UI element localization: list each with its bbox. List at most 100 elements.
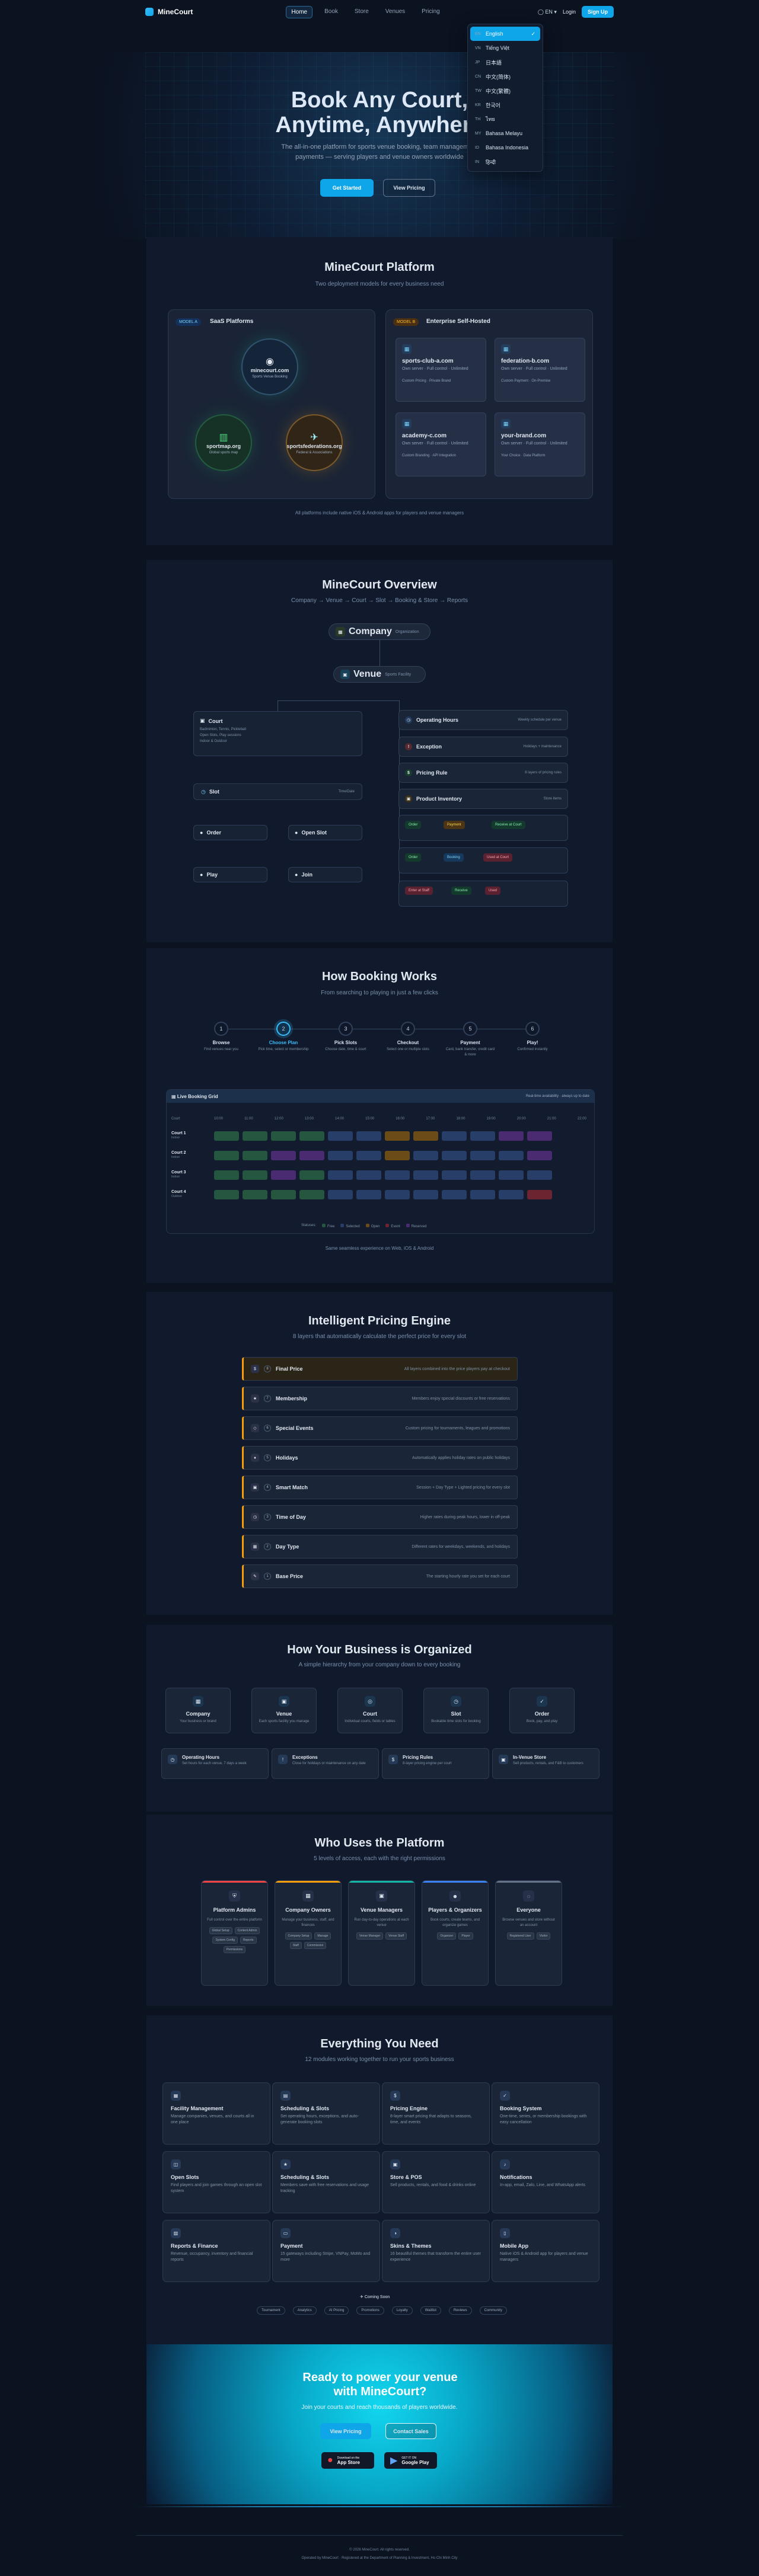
booking-step[interactable]: 6 Play! Confirmed instantly bbox=[507, 1022, 558, 1052]
feature-card[interactable]: ♪ Notifications In-app, email, Zalo, Line,… bbox=[492, 2151, 599, 2213]
booking-grid-cell[interactable] bbox=[385, 1151, 410, 1160]
booking-grid-cell[interactable] bbox=[328, 1131, 353, 1141]
language-option[interactable]: TW 中文(繁體) bbox=[470, 84, 540, 98]
exceptions-card[interactable]: ! Exceptions Close for holidays or mainten… bbox=[272, 1748, 379, 1779]
booking-grid-cell[interactable] bbox=[442, 1170, 467, 1180]
app-store-button[interactable]: ● Download on the App Store bbox=[321, 2452, 374, 2469]
enterprise-site-card[interactable]: ▦ academy-c.com Own server · Full control … bbox=[396, 412, 486, 476]
venue-card[interactable]: ▣ Venue Each sports facility you manage bbox=[251, 1688, 317, 1733]
feature-card[interactable]: ▣ Store & POS Sell products, rentals, and … bbox=[382, 2151, 490, 2213]
language-option[interactable]: VN Tiếng Việt bbox=[470, 41, 540, 55]
product-inventory-rule[interactable]: ▣ Product Inventory Store items bbox=[398, 789, 568, 809]
booking-grid-cell[interactable] bbox=[499, 1170, 524, 1180]
language-option[interactable]: IN हिन्दी bbox=[470, 155, 540, 169]
booking-grid-cell[interactable] bbox=[527, 1190, 552, 1199]
booking-grid-cell[interactable] bbox=[385, 1170, 410, 1180]
booking-step[interactable]: 4 Checkout Select one or multiple slots bbox=[382, 1022, 433, 1052]
price-layer-row[interactable]: ♦ 5 Holidays Automatically applies holiday … bbox=[242, 1446, 518, 1470]
language-option[interactable]: JP 日本語 bbox=[470, 55, 540, 69]
booking-step[interactable]: 1 Browse Find venues near you bbox=[196, 1022, 247, 1052]
play-box[interactable]: ● Play bbox=[193, 867, 267, 882]
venue-node[interactable]: ▣ Venue Sports Facility bbox=[333, 666, 426, 683]
booking-grid-cell[interactable] bbox=[413, 1151, 438, 1160]
booking-grid-cell[interactable] bbox=[243, 1190, 267, 1199]
pricing-rules-card[interactable]: $ Pricing Rules 8-layer pricing engine per… bbox=[382, 1748, 489, 1779]
booking-grid-cell[interactable] bbox=[442, 1190, 467, 1199]
slot-box[interactable]: ◷ Slot Time/Date bbox=[193, 783, 362, 800]
booking-grid-cell[interactable] bbox=[299, 1131, 324, 1141]
booking-grid-cell[interactable] bbox=[214, 1170, 239, 1180]
booking-grid-cell[interactable] bbox=[214, 1190, 239, 1199]
booking-grid-cell[interactable] bbox=[299, 1190, 324, 1199]
federation-platform-circle[interactable]: ✈ sportsfederations.org Federal & Associat… bbox=[286, 414, 343, 471]
venue-manager-card[interactable]: ▣ Venue Managers Run day-to-day operations… bbox=[348, 1880, 415, 1986]
google-play-button[interactable]: ▶ GET IT ON Google Play bbox=[384, 2452, 437, 2469]
enterprise-site-card[interactable]: ▦ your-brand.com Own server · Full control… bbox=[495, 412, 585, 476]
price-layer-row[interactable]: ◇ 6 Special Events Custom pricing for tourn… bbox=[242, 1416, 518, 1440]
feature-card[interactable]: $ Pricing Engine 8-layer smart pricing tha… bbox=[382, 2082, 490, 2145]
booking-grid-cell[interactable] bbox=[442, 1151, 467, 1160]
feature-card[interactable]: ▯ Mobile App Native iOS & Android app for … bbox=[492, 2220, 599, 2282]
join-box[interactable]: ● Join bbox=[288, 867, 362, 882]
feature-card[interactable]: ◫ Open Slots Find players and join games t… bbox=[162, 2151, 270, 2213]
feature-card[interactable]: ✓ Booking System One-time, series, or memb… bbox=[492, 2082, 599, 2145]
language-option[interactable]: KR 한국어 bbox=[470, 98, 540, 112]
booking-grid-cell[interactable] bbox=[499, 1151, 524, 1160]
booking-grid-cell[interactable] bbox=[356, 1170, 381, 1180]
language-option[interactable]: MY Bahasa Melayu bbox=[470, 126, 540, 140]
platform-admin-card[interactable]: ⛨ Platform Admins Full control over the en… bbox=[201, 1880, 268, 1986]
court-card[interactable]: ◎ Court Individual courts, fields or table… bbox=[337, 1688, 403, 1733]
booking-grid-cell[interactable] bbox=[470, 1131, 495, 1141]
nav-venues[interactable]: Venues bbox=[381, 6, 410, 18]
booking-grid-cell[interactable] bbox=[413, 1190, 438, 1199]
booking-grid-cell[interactable] bbox=[499, 1131, 524, 1141]
view-pricing-button[interactable]: View Pricing bbox=[383, 179, 435, 197]
nav-home[interactable]: Home bbox=[286, 5, 313, 18]
booking-grid-cell[interactable] bbox=[271, 1131, 296, 1141]
brand-logo[interactable]: MineCourt bbox=[145, 8, 193, 16]
get-started-button[interactable]: Get Started bbox=[320, 179, 374, 197]
feature-card[interactable]: ▦ Facility Management Manage companies, ve… bbox=[162, 2082, 270, 2145]
price-layer-row[interactable]: $8 Final Price All layers combined into th… bbox=[242, 1357, 518, 1381]
booking-grid-cell[interactable] bbox=[356, 1131, 381, 1141]
booking-grid-cell[interactable] bbox=[385, 1131, 410, 1141]
company-card[interactable]: ▦ Company Your business or brand bbox=[165, 1688, 231, 1733]
contact-sales-button[interactable]: Contact Sales bbox=[385, 2423, 436, 2439]
booking-grid-cell[interactable] bbox=[527, 1170, 552, 1180]
booking-grid-cell[interactable] bbox=[527, 1151, 552, 1160]
booking-grid-cell[interactable] bbox=[271, 1151, 296, 1160]
operating-hours-card[interactable]: ◷ Operating Hours Set hours for each venue… bbox=[161, 1748, 269, 1779]
language-option[interactable]: CN 中文(简体) bbox=[470, 69, 540, 84]
booking-grid-cell[interactable] bbox=[356, 1190, 381, 1199]
feature-card[interactable]: ▥ Reports & Finance Revenue, occupancy, in… bbox=[162, 2220, 270, 2282]
store-card[interactable]: ▣ In-Venue Store Sell products, rentals, a… bbox=[492, 1748, 599, 1779]
booking-grid-cell[interactable] bbox=[413, 1131, 438, 1141]
booking-grid-cell[interactable] bbox=[442, 1131, 467, 1141]
booking-grid-cell[interactable] bbox=[328, 1151, 353, 1160]
booking-step-active[interactable]: 2 Choose Plan Pick time, select or members… bbox=[258, 1022, 309, 1052]
order-card[interactable]: ✓ Order Book, pay, and play bbox=[509, 1688, 575, 1733]
language-option-english[interactable]: EN English ✓ bbox=[470, 27, 540, 41]
pricing-rule[interactable]: $ Pricing Rule 8 layers of pricing rules bbox=[398, 763, 568, 783]
minecourt-platform-circle[interactable]: ◉ minecourt.com Sports Venue Booking bbox=[241, 338, 298, 395]
booking-grid-cell[interactable] bbox=[470, 1190, 495, 1199]
cta-view-pricing-button[interactable]: View Pricing bbox=[320, 2423, 371, 2439]
booking-step[interactable]: 3 Pick Slots Choose date, time & court bbox=[320, 1022, 371, 1052]
booking-grid-cell[interactable] bbox=[470, 1151, 495, 1160]
price-layer-row[interactable]: ▣ 4 Smart Match Session + Day Type + Lighte… bbox=[242, 1476, 518, 1499]
booking-grid-cell[interactable] bbox=[243, 1131, 267, 1141]
nav-book[interactable]: Book bbox=[320, 6, 343, 18]
language-selector[interactable]: ◯ EN ▾ bbox=[538, 9, 557, 15]
order-box[interactable]: ● Order bbox=[193, 825, 267, 840]
booking-grid-cell[interactable] bbox=[328, 1190, 353, 1199]
company-owner-card[interactable]: ▦ Company Owners Manage your business, sta… bbox=[275, 1880, 342, 1986]
sportmap-platform-circle[interactable]: ▥ sportmap.org Global sports map bbox=[195, 414, 252, 471]
language-option[interactable]: TH ไทย bbox=[470, 112, 540, 126]
feature-card[interactable]: ◑ Skins & Themes 16 beautiful themes that … bbox=[382, 2220, 490, 2282]
login-button[interactable]: Login bbox=[563, 9, 576, 15]
open-slot-box[interactable]: ● Open Slot bbox=[288, 825, 362, 840]
booking-grid-cell[interactable] bbox=[499, 1190, 524, 1199]
booking-grid-cell[interactable] bbox=[328, 1170, 353, 1180]
company-node[interactable]: ▦ Company Organization bbox=[329, 623, 430, 640]
booking-grid-cell[interactable] bbox=[243, 1170, 267, 1180]
